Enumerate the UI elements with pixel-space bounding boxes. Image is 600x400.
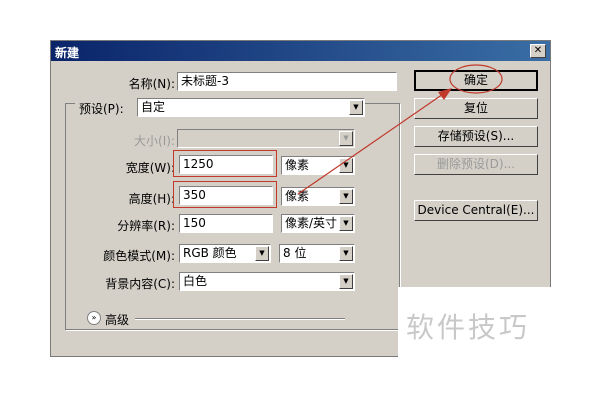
- advanced-divider: [135, 318, 345, 320]
- color-mode-value: RGB 颜色: [183, 246, 237, 260]
- preset-select[interactable]: 自定 ▼: [137, 98, 365, 117]
- resolution-input[interactable]: 150: [179, 214, 273, 233]
- width-unit-select[interactable]: 像素 ▼: [281, 156, 355, 175]
- dialog-title-bar[interactable]: 新建 ✕: [51, 41, 550, 61]
- resolution-unit-value: 像素/英寸: [285, 216, 338, 230]
- bit-depth-value: 8 位: [283, 246, 307, 260]
- bit-depth-select[interactable]: 8 位 ▼: [279, 244, 355, 263]
- chevron-down-icon: ▼: [339, 131, 353, 146]
- name-label: 名称(N):: [128, 77, 175, 91]
- width-highlight-box: [173, 150, 277, 177]
- device-central-button[interactable]: Device Central(E)...: [414, 200, 538, 221]
- height-highlight-box: [173, 181, 277, 208]
- chevron-down-icon: ▼: [339, 216, 353, 231]
- name-input[interactable]: 未标题-3: [177, 72, 397, 91]
- chevron-down-icon: ▼: [349, 100, 363, 115]
- background-label: 背景内容(C):: [105, 277, 175, 291]
- resolution-label: 分辨率(R):: [117, 219, 175, 233]
- resolution-unit-select[interactable]: 像素/英寸 ▼: [281, 214, 355, 233]
- height-unit-value: 像素: [285, 189, 310, 203]
- ok-button[interactable]: 确定: [414, 70, 538, 91]
- size-select[interactable]: ▼: [177, 129, 355, 148]
- chevron-down-icon: ▼: [339, 246, 353, 261]
- expand-advanced-icon[interactable]: »: [87, 311, 101, 325]
- chevron-down-icon: ▼: [339, 274, 353, 289]
- background-select[interactable]: 白色 ▼: [179, 272, 355, 291]
- watermark-text: 软件技巧: [406, 311, 531, 344]
- delete-preset-button[interactable]: 删除预设(D)...: [414, 154, 538, 175]
- color-mode-label: 颜色模式(M):: [103, 249, 175, 263]
- chevron-down-icon: ▼: [339, 189, 353, 204]
- width-unit-value: 像素: [285, 158, 310, 172]
- dialog-title: 新建: [55, 46, 80, 60]
- chevron-down-icon: ▼: [255, 246, 269, 261]
- height-label: 高度(H):: [128, 192, 175, 206]
- chevron-down-icon: ▼: [339, 158, 353, 173]
- preset-value: 自定: [141, 100, 166, 114]
- preset-label: 预设(P):: [75, 100, 139, 117]
- close-icon: ✕: [533, 45, 543, 56]
- height-unit-select[interactable]: 像素 ▼: [281, 187, 355, 206]
- color-mode-select[interactable]: RGB 颜色 ▼: [179, 244, 271, 263]
- advanced-label: 高级: [105, 313, 130, 327]
- close-button[interactable]: ✕: [530, 44, 546, 58]
- reset-button[interactable]: 复位: [414, 98, 538, 119]
- width-label: 宽度(W):: [125, 161, 175, 175]
- size-label: 大小(I):: [134, 134, 175, 148]
- background-value: 白色: [183, 274, 208, 288]
- save-preset-button[interactable]: 存储预设(S)...: [414, 126, 538, 147]
